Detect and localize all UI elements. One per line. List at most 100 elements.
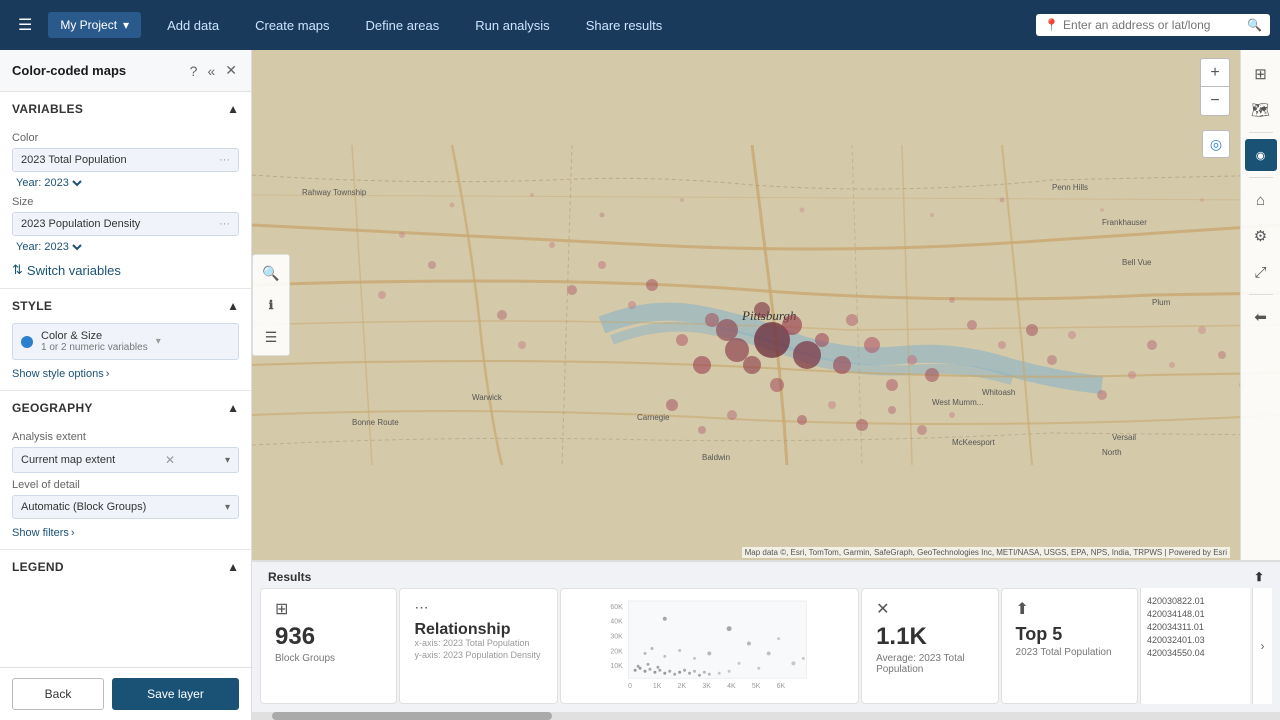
back-button[interactable]: Back	[12, 678, 104, 710]
collapse-result-btn[interactable]: ⬅	[1245, 301, 1277, 333]
project-selector[interactable]: My Project ▾	[48, 12, 141, 38]
geography-section-header[interactable]: Geography ▲	[0, 391, 251, 421]
count-value: 936	[275, 625, 382, 649]
count-icon: ⊞	[275, 599, 382, 619]
stat-icon: ✕	[876, 599, 983, 619]
collapse-icon[interactable]: «	[205, 61, 217, 81]
svg-text:Bonne Route: Bonne Route	[352, 418, 399, 427]
color-year-dropdown[interactable]: Year: 2023 Year: 2022	[12, 176, 85, 190]
svg-text:Bell Vue: Bell Vue	[1122, 258, 1152, 267]
geography-section-body: Analysis extent Current map extent ✕ ▾ L…	[0, 421, 251, 549]
style-section: Style ▲ Color & Size 1 or 2 numeric vari…	[0, 289, 251, 391]
top5-icon: ⬆	[1016, 599, 1123, 619]
top-nav: Add dataCreate mapsDefine areasRun analy…	[149, 12, 1028, 39]
location-icon: 📍	[1044, 18, 1059, 32]
size-year-dropdown[interactable]: Year: 2023 Year: 2022	[12, 240, 85, 254]
color-field[interactable]: 2023 Total Population ···	[12, 148, 239, 172]
style-section-body: Color & Size 1 or 2 numeric variables ▾ …	[0, 319, 251, 390]
list-btn[interactable]: ☰	[257, 323, 285, 351]
nav-item-create-maps[interactable]: Create maps	[237, 12, 347, 39]
svg-text:West Mumm...: West Mumm...	[932, 398, 983, 407]
location-active-btn[interactable]: ◉	[1245, 139, 1277, 171]
show-filters-link[interactable]: Show filters ›	[12, 527, 239, 539]
style-option-label: Color & Size	[41, 330, 148, 342]
basemap-btn[interactable]: 🗺	[1245, 94, 1277, 126]
top5-label: 2023 Total Population	[1016, 647, 1123, 658]
show-style-options-link[interactable]: Show style options ›	[12, 368, 239, 380]
expand-btn[interactable]: ⤢	[1245, 256, 1277, 288]
nav-item-share-results[interactable]: Share results	[568, 12, 681, 39]
analysis-extent-clear[interactable]: ✕	[165, 453, 175, 467]
switch-variables-btn[interactable]: ⇅ Switch variables	[12, 262, 239, 278]
save-layer-button[interactable]: Save layer	[112, 678, 239, 710]
far-right-data: 420030822.01420034148.01420034311.014200…	[1140, 588, 1250, 704]
size-year-select[interactable]: Year: 2023 Year: 2022	[12, 240, 239, 254]
size-field-options[interactable]: ···	[219, 218, 230, 230]
zoom-out-button[interactable]: −	[1201, 87, 1229, 115]
analysis-extent-label: Analysis extent	[12, 431, 239, 443]
svg-text:2K: 2K	[678, 683, 687, 690]
menu-icon[interactable]: ☰	[10, 11, 40, 39]
show-style-label: Show style options	[12, 368, 104, 380]
relationship-xaxis: x-axis: 2023 Total Population	[414, 638, 543, 650]
analysis-extent-value: Current map extent	[21, 454, 115, 466]
svg-text:Versail: Versail	[1112, 433, 1136, 442]
style-section-header[interactable]: Style ▲	[0, 289, 251, 319]
svg-text:6K: 6K	[777, 683, 786, 690]
show-filters-label: Show filters	[12, 527, 69, 539]
results-expand-icon[interactable]: ⬆	[1254, 570, 1264, 584]
map-svg: Pittsburgh	[252, 50, 1280, 560]
size-label: Size	[12, 196, 239, 208]
panel-header: Color-coded maps ? « ✕	[0, 50, 251, 92]
svg-text:40K: 40K	[611, 619, 624, 626]
color-field-options[interactable]: ···	[219, 154, 230, 166]
svg-text:30K: 30K	[611, 634, 624, 641]
search-input[interactable]	[1063, 18, 1243, 32]
panel-title: Color-coded maps	[12, 63, 126, 78]
close-icon[interactable]: ✕	[223, 60, 239, 81]
zoom-in-button[interactable]: +	[1201, 59, 1229, 87]
style-option[interactable]: Color & Size 1 or 2 numeric variables ▾	[12, 323, 239, 360]
detail-select[interactable]: Automatic (Block Groups) ▾	[12, 495, 239, 519]
nav-item-add-data[interactable]: Add data	[149, 12, 237, 39]
legend-section-header[interactable]: Legend ▲	[0, 550, 251, 580]
help-icon[interactable]: ?	[188, 61, 200, 81]
location-button[interactable]: ◎	[1202, 130, 1230, 158]
far-right-expand-btn[interactable]: ›	[1252, 588, 1272, 704]
svg-text:North: North	[1102, 448, 1122, 457]
detail-value: Automatic (Block Groups)	[21, 501, 146, 513]
map-results-area: Pittsburgh	[252, 50, 1280, 720]
detail-chevron: ▾	[225, 502, 230, 513]
style-section-title: Style	[12, 299, 52, 313]
search-box[interactable]: 📍 🔍	[1036, 14, 1270, 36]
result-card-stat: ✕ 1.1K Average: 2023 Total Population	[861, 588, 998, 704]
style-option-text: Color & Size 1 or 2 numeric variables	[41, 330, 148, 353]
count-label: Block Groups	[275, 653, 382, 664]
variables-section-header[interactable]: Variables ▲	[0, 92, 251, 122]
map-background: Pittsburgh	[252, 50, 1280, 560]
svg-text:10K: 10K	[611, 663, 624, 670]
search-map-btn[interactable]: 🔍	[257, 259, 285, 287]
nav-item-run-analysis[interactable]: Run analysis	[457, 12, 567, 39]
results-scrollbar-thumb[interactable]	[272, 712, 552, 720]
svg-text:Plum: Plum	[1152, 298, 1171, 307]
main-layout: Color-coded maps ? « ✕ Variables ▲ Color…	[0, 50, 1280, 720]
color-year-select[interactable]: Year: 2023 Year: 2022	[12, 176, 239, 190]
size-field[interactable]: 2023 Population Density ···	[12, 212, 239, 236]
home-btn[interactable]: ⌂	[1245, 184, 1277, 216]
far-right-id-item: 420034311.01	[1147, 622, 1244, 632]
info-btn[interactable]: ℹ	[257, 291, 285, 319]
results-scrollbar[interactable]	[252, 712, 1280, 720]
layers-btn[interactable]: ⊞	[1245, 58, 1277, 90]
variables-section: Variables ▲ Color 2023 Total Population …	[0, 92, 251, 289]
analysis-extent-chevron[interactable]: ▾	[225, 455, 230, 466]
analysis-extent-field[interactable]: Current map extent ✕ ▾	[12, 447, 239, 473]
map-container[interactable]: Pittsburgh	[252, 50, 1280, 560]
svg-text:20K: 20K	[611, 648, 624, 655]
nav-item-define-areas[interactable]: Define areas	[348, 12, 458, 39]
map-attribution: Map data ©, Esri, TomTom, Garmin, SafeGr…	[742, 547, 1230, 558]
search-icon[interactable]: 🔍	[1247, 18, 1262, 32]
left-panel: Color-coded maps ? « ✕ Variables ▲ Color…	[0, 50, 252, 720]
settings-btn[interactable]: ⚙	[1245, 220, 1277, 252]
far-right-id-item: 420034550.04	[1147, 648, 1244, 658]
